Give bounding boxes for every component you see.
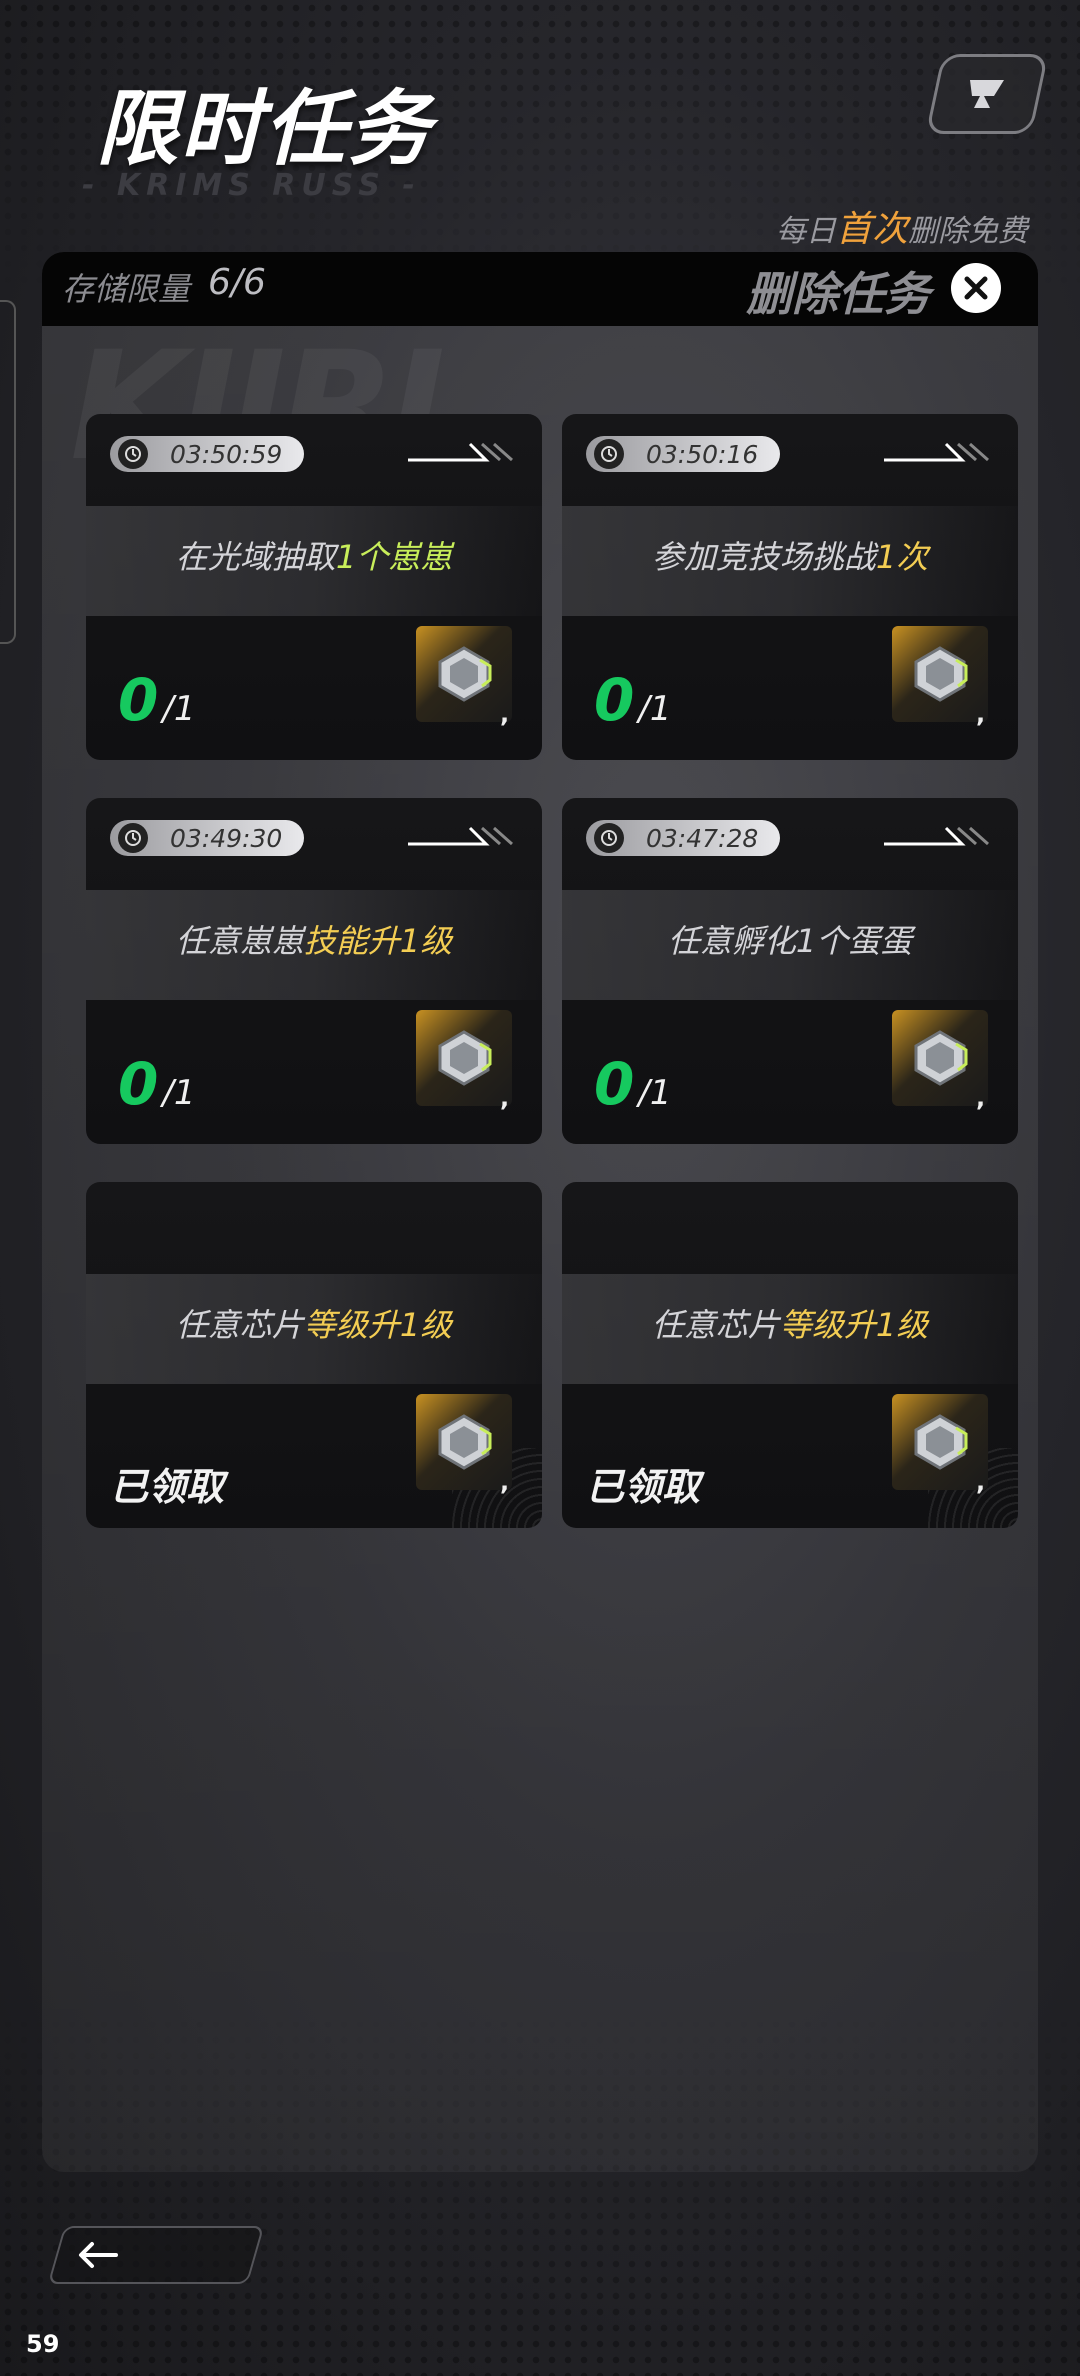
task-card[interactable]: 任意芯片等级升1级已领取, [562, 1182, 1018, 1528]
progress-total: /1 [162, 1073, 196, 1113]
side-handle [0, 300, 16, 644]
progress-current: 0 [594, 1050, 635, 1118]
task-card[interactable]: 03:50:16 参加竞技场挑战1次 0/1, [562, 414, 1018, 760]
back-arrow-icon [79, 2242, 118, 2268]
clock-icon [118, 439, 148, 469]
progress-current: 0 [594, 666, 635, 734]
share-icon [970, 80, 1004, 108]
timer-text: 03:50:59 [170, 439, 283, 469]
storage-label: 存储限量 [62, 270, 191, 308]
claimed-label: 已领取 [586, 1465, 701, 1509]
task-card[interactable]: 03:49:30 任意崽崽技能升1级 0/1, [86, 798, 542, 1144]
clock-icon [594, 823, 624, 853]
reward-count: , [500, 700, 510, 728]
reward-count: , [976, 1084, 986, 1112]
task-card[interactable]: 任意芯片等级升1级已领取, [86, 1182, 542, 1528]
timer-text: 03:49:30 [170, 823, 283, 853]
clock-icon [118, 823, 148, 853]
title-watermark: - KRIMS RUSS - [82, 168, 421, 203]
progress-total: /1 [638, 689, 672, 729]
countdown-timer: 03:47:28 [586, 820, 780, 856]
countdown-timer: 03:50:16 [586, 436, 780, 472]
reward-chip-icon[interactable] [416, 1010, 512, 1106]
task-progress: 0/1 [594, 666, 671, 734]
stripe-arrow-icon [408, 826, 513, 846]
reward-count: , [500, 1468, 510, 1496]
stripe-arrow-icon [884, 826, 989, 846]
timer-text: 03:50:16 [646, 439, 759, 469]
task-card[interactable]: 03:50:59 在光域抽取1个崽崽 0/1, [86, 414, 542, 760]
task-description: 在光域抽取1个崽崽 [175, 538, 453, 576]
progress-current: 0 [118, 666, 159, 734]
reward-chip-icon[interactable] [892, 1394, 988, 1490]
reward-count: , [976, 700, 986, 728]
reward-count: , [500, 1084, 510, 1112]
task-progress: 0/1 [594, 1050, 671, 1118]
task-progress: 0/1 [118, 666, 195, 734]
clock-icon [594, 439, 624, 469]
page-title: 限时任务 [96, 82, 432, 177]
reward-chip-icon[interactable] [892, 626, 988, 722]
progress-total: /1 [638, 1073, 672, 1113]
task-description: 任意孵化1个蛋蛋 [667, 922, 913, 960]
progress-current: 0 [118, 1050, 159, 1118]
close-icon [964, 276, 988, 300]
task-card[interactable]: 03:47:28 任意孵化1个蛋蛋 0/1, [562, 798, 1018, 1144]
progress-total: /1 [162, 689, 196, 729]
share-button[interactable] [925, 54, 1049, 134]
fps-counter: 59 [26, 2330, 60, 2358]
task-description: 任意崽崽技能升1级 [175, 922, 453, 960]
claimed-label: 已领取 [110, 1465, 225, 1509]
reward-chip-icon[interactable] [892, 1010, 988, 1106]
countdown-timer: 03:50:59 [110, 436, 304, 472]
delete-task-button[interactable]: 删除任务 [746, 258, 930, 324]
reward-chip-icon[interactable] [416, 626, 512, 722]
close-button[interactable] [951, 263, 1001, 313]
timer-text: 03:47:28 [646, 823, 759, 853]
countdown-timer: 03:49:30 [110, 820, 304, 856]
reward-count: , [976, 1468, 986, 1496]
storage-value: 6/6 [208, 262, 266, 303]
task-description: 任意芯片等级升1级 [651, 1306, 929, 1344]
stripe-arrow-icon [884, 442, 989, 462]
task-description: 任意芯片等级升1级 [175, 1306, 453, 1344]
delete-free-note: 每日首次删除免费 [775, 209, 1028, 250]
reward-chip-icon[interactable] [416, 1394, 512, 1490]
stripe-arrow-icon [408, 442, 513, 462]
back-button[interactable] [47, 2226, 265, 2284]
task-progress: 0/1 [118, 1050, 195, 1118]
task-description: 参加竞技场挑战1次 [651, 538, 929, 576]
